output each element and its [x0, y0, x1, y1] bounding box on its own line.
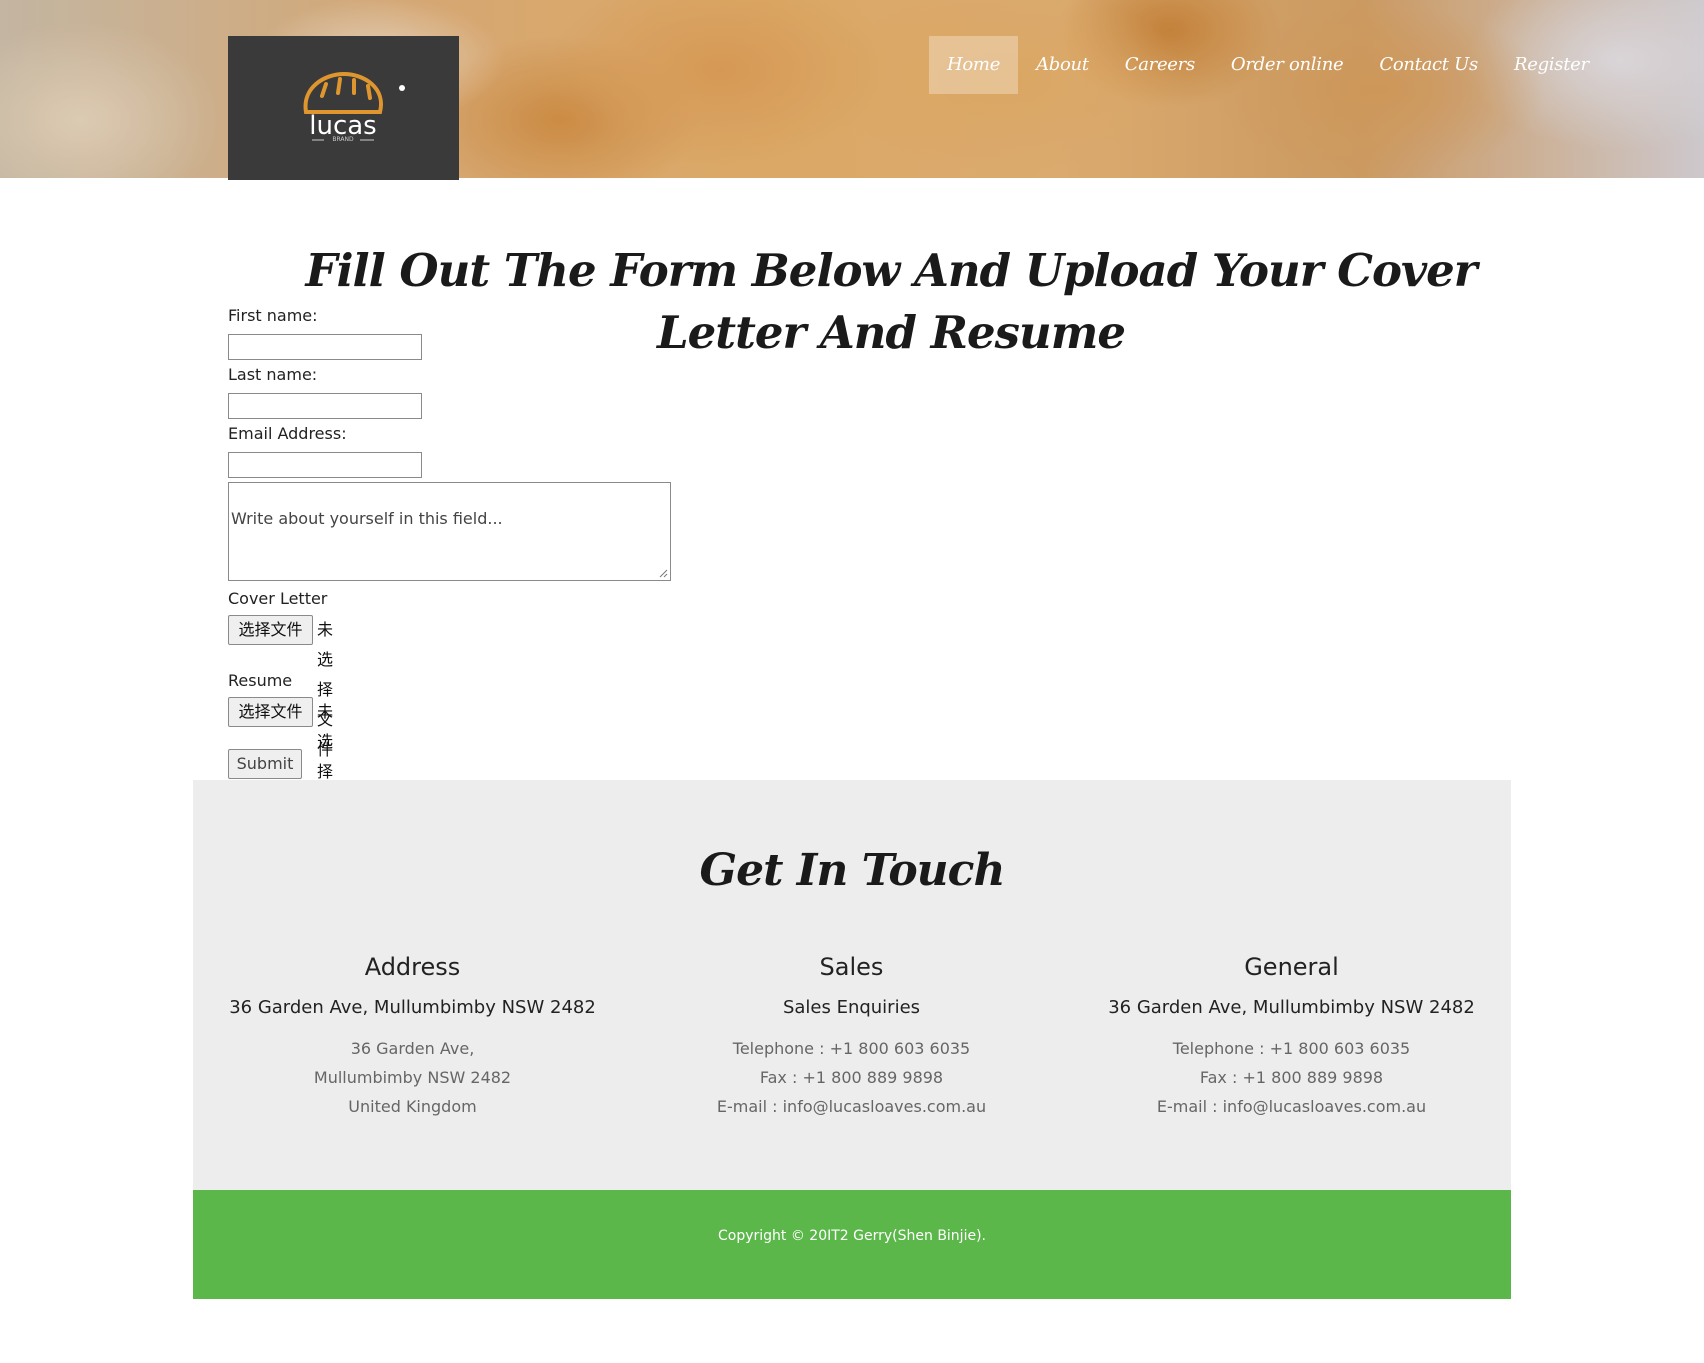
about-placeholder: Write about yourself in this field...: [231, 509, 503, 528]
resume-label: Resume: [228, 671, 293, 690]
main-nav: Home About Careers Order online Contact …: [929, 36, 1607, 94]
first-name-label: First name:: [228, 306, 318, 325]
column-line: United Kingdom: [348, 1097, 477, 1116]
contact-column-sales: Sales Sales Enquiries Telephone : +1 800…: [632, 952, 1071, 1121]
column-line: Mullumbimby NSW 2482: [313, 1068, 512, 1087]
column-line[interactable]: E-mail : info@lucasloaves.com.au: [1072, 1092, 1511, 1121]
bread-logo-icon: [303, 71, 405, 141]
column-heading: General: [1244, 953, 1339, 981]
email-label: Email Address:: [228, 424, 347, 443]
column-line[interactable]: E-mail : info@lucasloaves.com.au: [632, 1092, 1071, 1121]
cover-letter-label: Cover Letter: [228, 589, 328, 608]
brand-logo[interactable]: lucas BRAND: [228, 36, 459, 180]
submit-button[interactable]: Submit: [228, 749, 302, 779]
nav-register[interactable]: Register: [1496, 36, 1607, 94]
brand-subtitle: BRAND: [332, 136, 354, 143]
contact-column-general: General 36 Garden Ave, Mullumbimby NSW 2…: [1072, 952, 1511, 1121]
resize-grip-icon[interactable]: [659, 569, 668, 578]
column-line: Telephone : +1 800 603 6035: [732, 1039, 971, 1058]
column-subheading: 36 Garden Ave, Mullumbimby NSW 2482: [229, 997, 596, 1018]
copyright-text: Copyright © 20IT2 Gerry(Shen Binjie).: [717, 1228, 986, 1244]
nav-contact-us[interactable]: Contact Us: [1361, 36, 1496, 94]
about-textarea[interactable]: Write about yourself in this field...: [228, 482, 671, 581]
last-name-label: Last name:: [228, 365, 318, 384]
nav-about[interactable]: About: [1018, 36, 1107, 94]
contact-section: Get In Touch Address 36 Garden Ave, Mull…: [193, 780, 1511, 1190]
column-subheading: 36 Garden Ave, Mullumbimby NSW 2482: [1108, 997, 1475, 1018]
column-line: 36 Garden Ave,: [350, 1039, 475, 1058]
column-subheading: Sales Enquiries: [782, 997, 921, 1018]
nav-careers[interactable]: Careers: [1107, 36, 1213, 94]
nav-order-online[interactable]: Order online: [1213, 36, 1361, 94]
column-line: Telephone : +1 800 603 6035: [1172, 1039, 1411, 1058]
cover-letter-choose-button[interactable]: 选择文件: [228, 615, 313, 645]
resume-choose-button[interactable]: 选择文件: [228, 697, 313, 727]
email-input[interactable]: [228, 452, 422, 478]
column-line: Fax : +1 800 889 9898: [1199, 1068, 1384, 1087]
column-heading: Sales: [819, 953, 884, 981]
contact-title: Get In Touch: [699, 845, 1006, 896]
last-name-input[interactable]: [228, 393, 422, 419]
column-heading: Address: [364, 953, 461, 981]
page-title: Fill Out The Form Below And Upload Your …: [305, 244, 1478, 359]
copyright-bar: Copyright © 20IT2 Gerry(Shen Binjie).: [193, 1190, 1511, 1299]
contact-column-address: Address 36 Garden Ave, Mullumbimby NSW 2…: [193, 952, 632, 1121]
nav-home[interactable]: Home: [929, 36, 1019, 94]
first-name-input[interactable]: [228, 334, 422, 360]
column-line: Fax : +1 800 889 9898: [759, 1068, 944, 1087]
